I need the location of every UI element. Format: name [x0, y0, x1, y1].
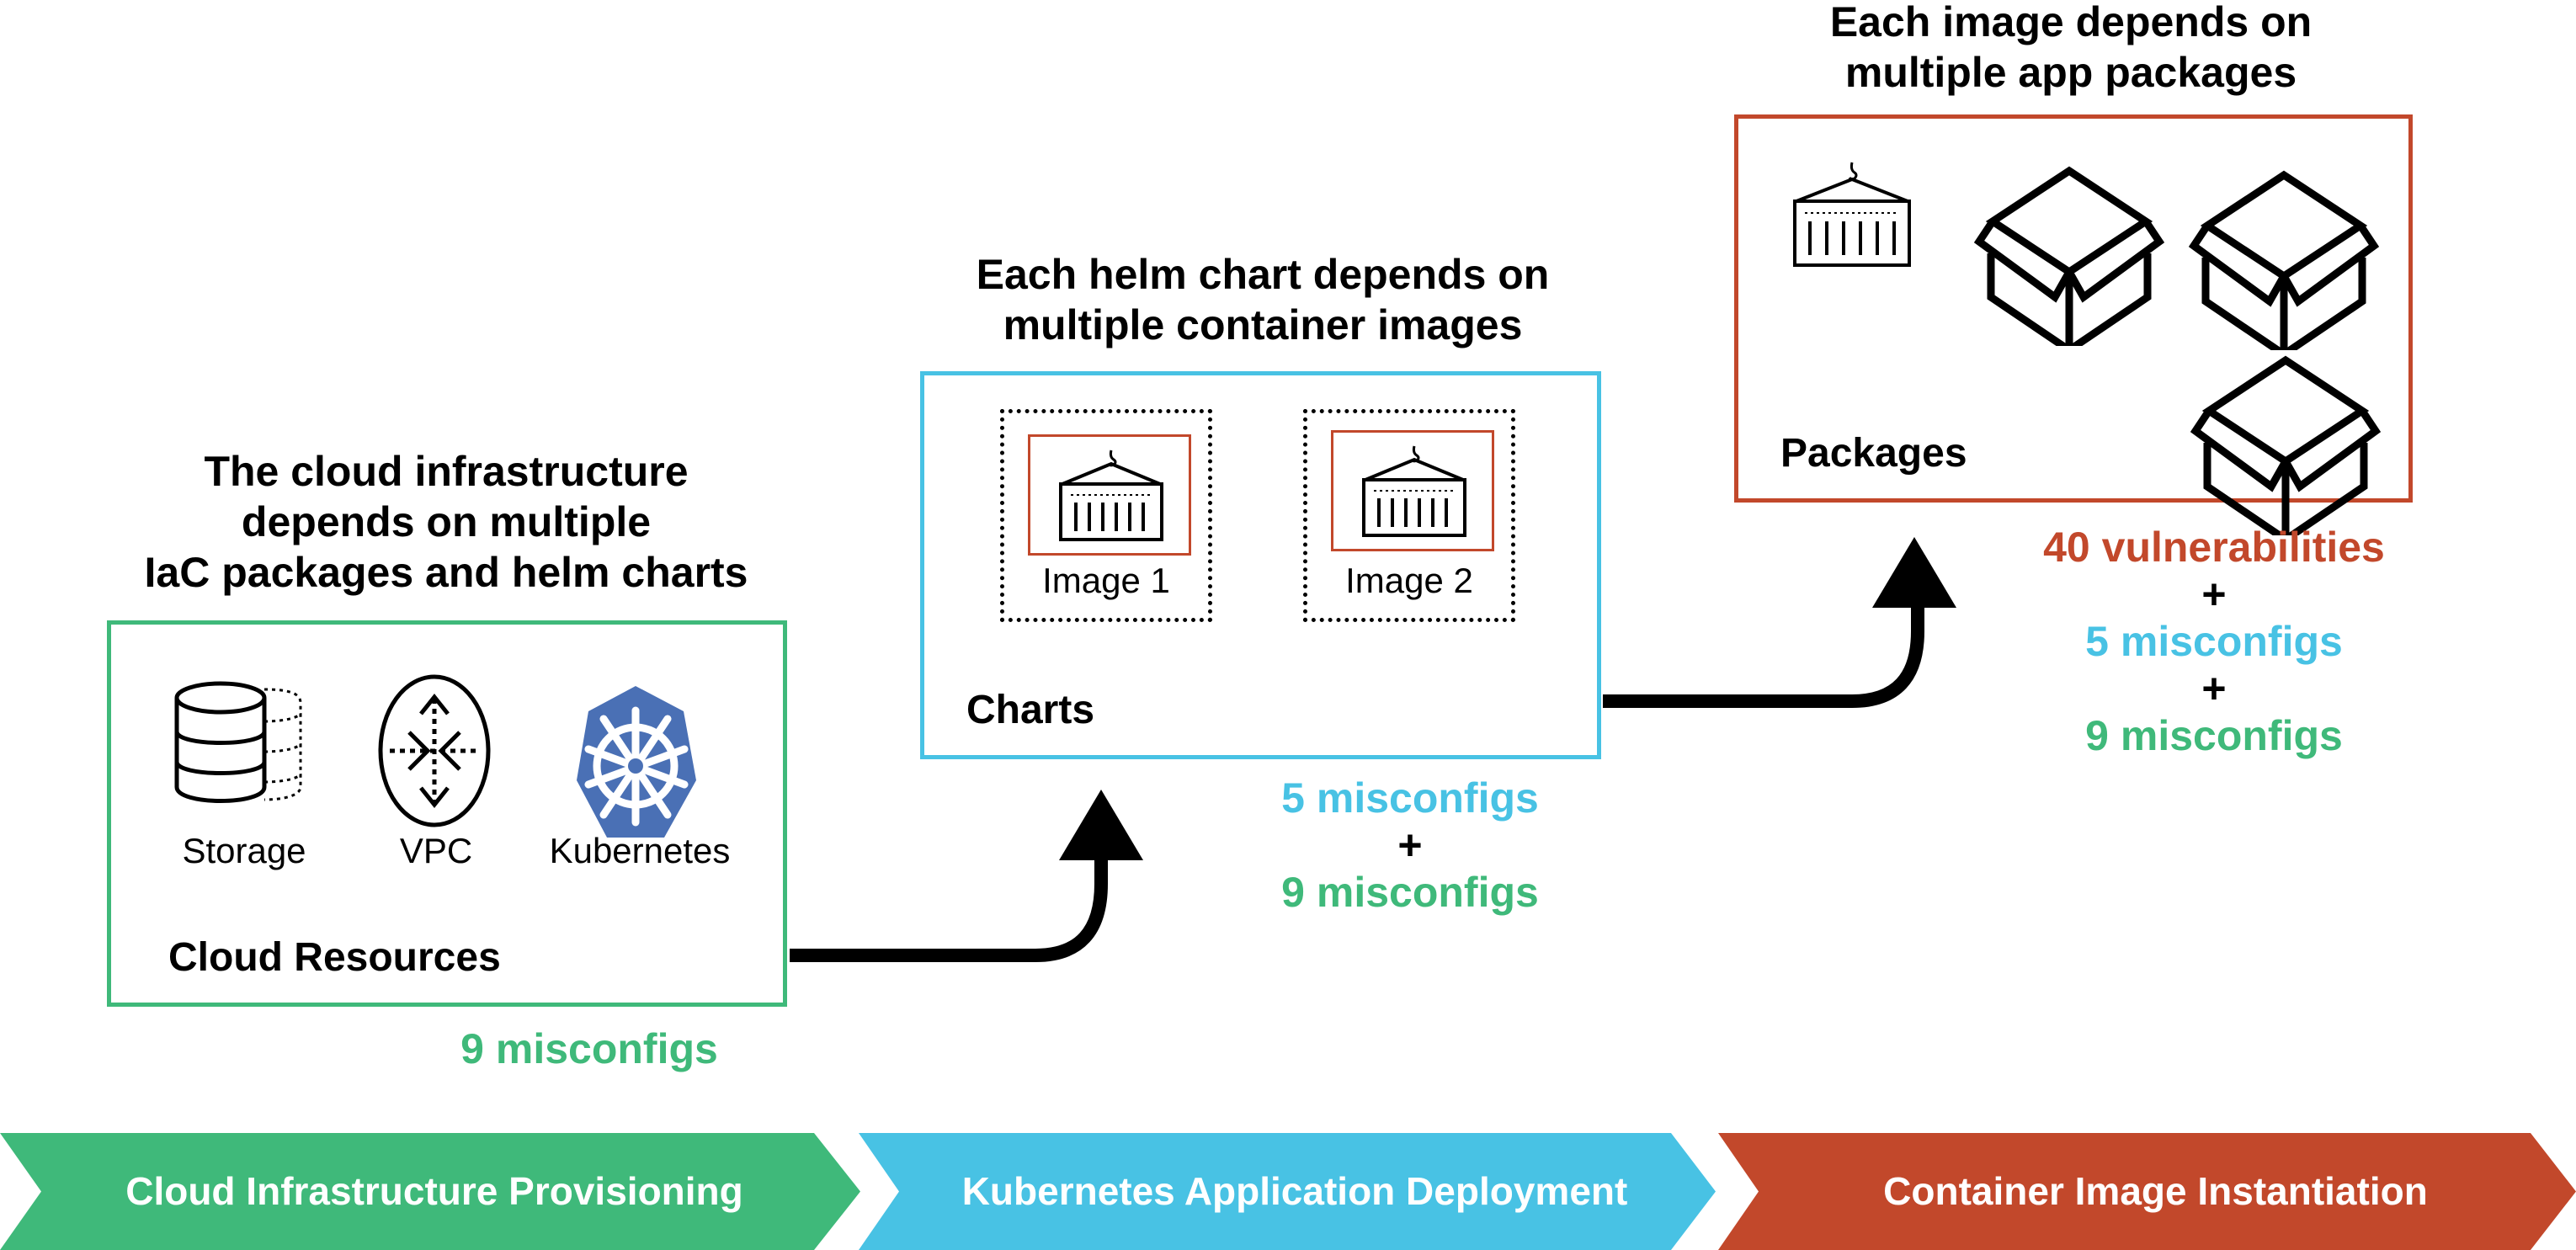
stage-cloud-infrastructure-provisioning: Cloud Infrastructure Provisioning — [0, 1133, 860, 1250]
vpc-icon — [377, 673, 495, 833]
package-box-icon — [2190, 355, 2382, 535]
charts-metric-misconfigs-green: 9 misconfigs — [1281, 869, 1539, 916]
packages-heading-line-2: multiple app packages — [1844, 49, 2297, 96]
stage-label-kubernetes: Kubernetes Application Deployment — [961, 1169, 1628, 1213]
storage-label: Storage — [182, 831, 306, 870]
flow-arrow-charts-to-packages — [1603, 537, 1956, 708]
charts-box: Image 1 Image 2 Charts — [920, 371, 1601, 759]
image-1-label: Image 1 — [1042, 561, 1170, 600]
stage-kubernetes-application-deployment: Kubernetes Application Deployment — [859, 1133, 1717, 1250]
charts-label: Charts — [966, 688, 1095, 732]
stage-label-cloud: Cloud Infrastructure Provisioning — [125, 1169, 743, 1213]
vpc-label: VPC — [399, 831, 473, 870]
charts-metric-plus: + — [1397, 822, 1423, 869]
stage-container-image-instantiation: Container Image Instantiation — [1718, 1133, 2576, 1250]
container-icon — [1059, 449, 1163, 541]
cloud-resources-label: Cloud Resources — [168, 935, 501, 980]
charts-heading-line-1: Each helm chart depends on — [976, 251, 1550, 298]
packages-metric-vulnerabilities: 40 vulnerabilities — [2043, 524, 2385, 571]
container-icon — [1362, 445, 1466, 537]
flow-arrow-cloud-to-charts — [790, 790, 1143, 962]
packages-heading: Each image depends on multiple app packa… — [1692, 0, 2450, 98]
image-2-frame — [1331, 430, 1494, 551]
packages-metric-plus-1: + — [2201, 571, 2227, 618]
package-box-icon — [2188, 170, 2380, 350]
kubernetes-label: Kubernetes — [549, 831, 731, 870]
storage-icon — [174, 679, 317, 806]
kubernetes-icon — [577, 684, 703, 843]
image-1-frame — [1028, 434, 1191, 556]
charts-heading-line-2: multiple container images — [1003, 301, 1523, 348]
image-2-label: Image 2 — [1345, 561, 1473, 600]
cloud-resources-box: Storage VPC Kubernetes Cloud Resources — [107, 620, 787, 1007]
packages-metrics: 40 vulnerabilities + 5 misconfigs + 9 mi… — [2004, 524, 2424, 759]
packages-label: Packages — [1780, 431, 1967, 476]
image-2-card: Image 2 — [1303, 409, 1515, 622]
packages-metric-misconfigs-blue: 5 misconfigs — [2085, 618, 2343, 665]
packages-heading-line-1: Each image depends on — [1829, 0, 2313, 45]
charts-metrics: 5 misconfigs + 9 misconfigs — [1221, 774, 1599, 916]
stage-label-container: Container Image Instantiation — [1883, 1169, 2428, 1213]
cloud-heading: The cloud infrastructure depends on mult… — [67, 446, 825, 598]
charts-metric-misconfigs-blue: 5 misconfigs — [1281, 774, 1539, 822]
cloud-metric-misconfigs: 9 misconfigs — [460, 1025, 718, 1072]
cloud-heading-line-2: depends on multiple — [241, 498, 652, 545]
packages-box: Packages — [1734, 114, 2413, 535]
container-icon — [1793, 162, 1911, 267]
packages-metric-misconfigs-green: 9 misconfigs — [2085, 712, 2343, 759]
cloud-heading-line-1: The cloud infrastructure — [204, 448, 689, 495]
package-box-icon — [1973, 166, 2165, 346]
packages-metric-plus-2: + — [2201, 665, 2227, 712]
image-1-card: Image 1 — [1000, 409, 1212, 622]
cloud-heading-line-3: IaC packages and helm charts — [144, 549, 748, 596]
charts-heading: Each helm chart depends on multiple cont… — [884, 249, 1642, 350]
